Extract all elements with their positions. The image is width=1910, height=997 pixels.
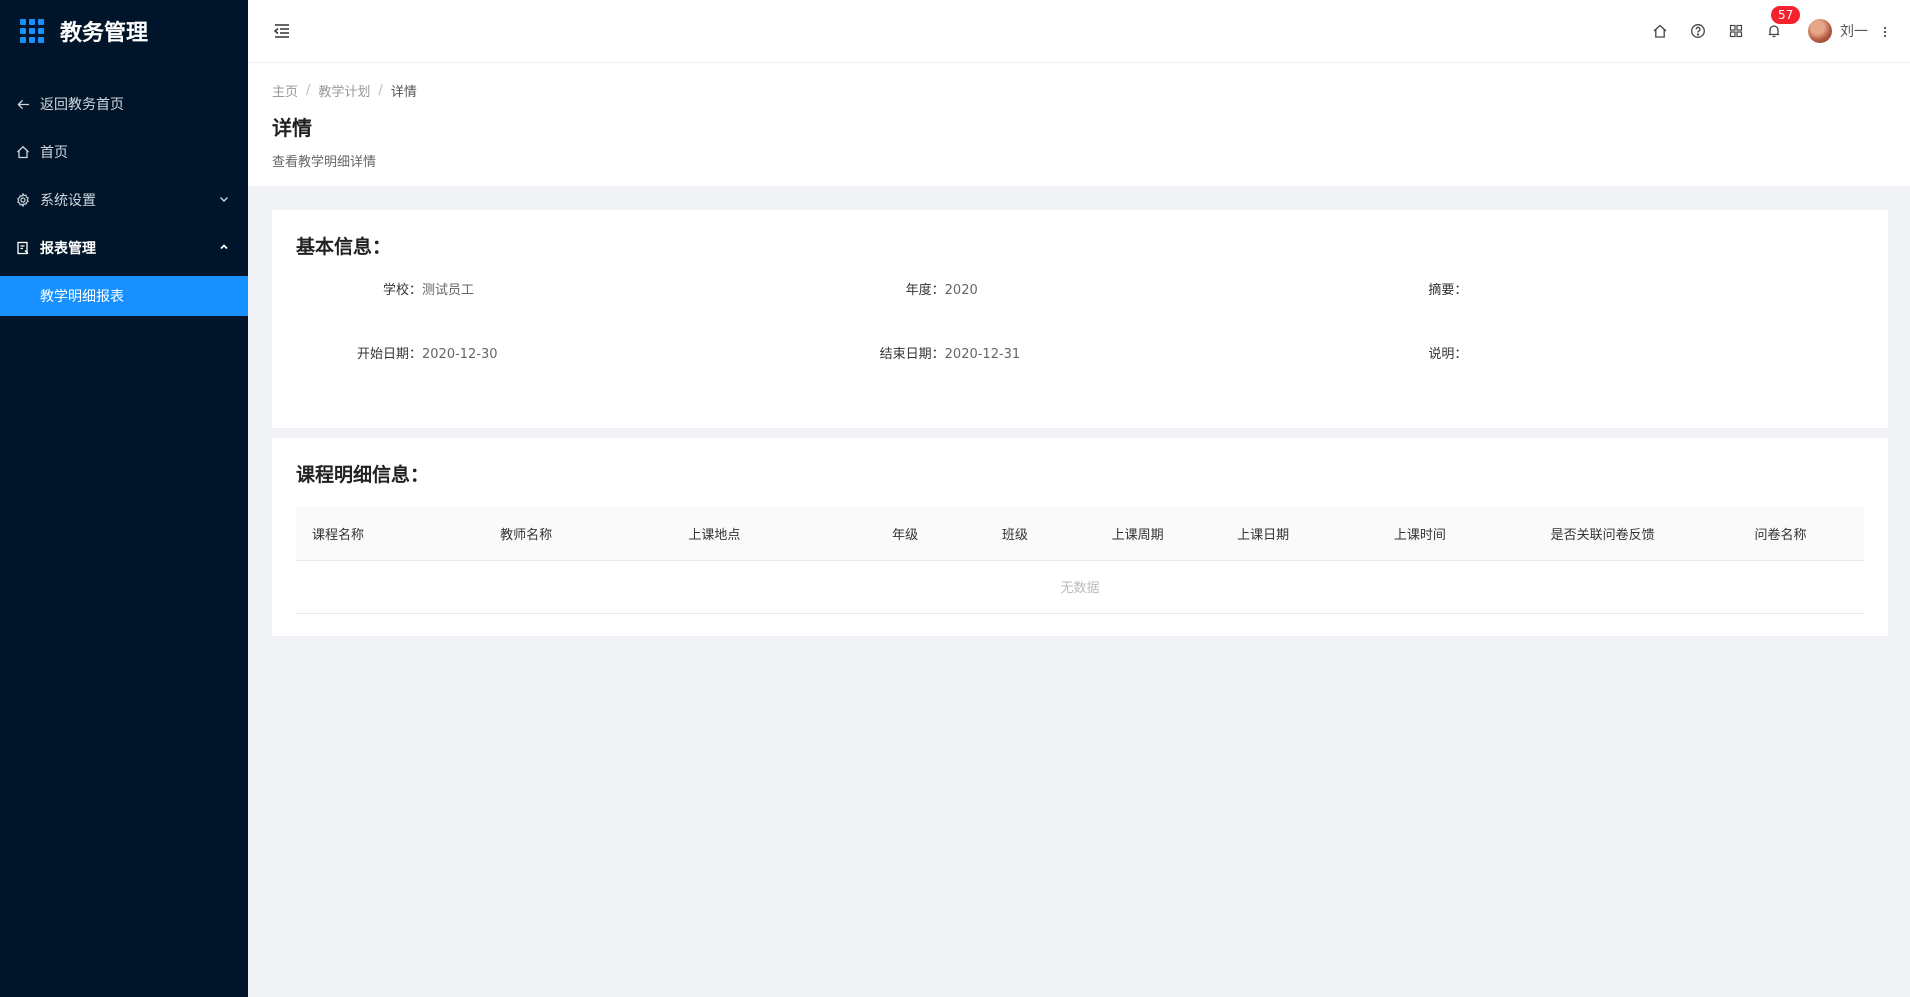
sidebar-subitem-teaching-detail-report[interactable]: 教学明细报表: [0, 276, 248, 316]
info-label: 说明：: [1428, 347, 1468, 362]
column-header[interactable]: 班级: [985, 507, 1096, 561]
user-name: 刘一: [1840, 24, 1868, 40]
info-remarks: 说明：: [1341, 341, 1864, 368]
breadcrumb-teaching-plan[interactable]: 教学计划: [318, 81, 370, 100]
breadcrumb: 主页 / 教学计划 / 详情: [272, 81, 1886, 100]
apps-grid-icon: [20, 19, 44, 43]
app-root: 教务管理 返回教务首页 首页 系统设置 报表管理 教学明细报表 57 刘一 主页…: [0, 0, 1910, 997]
info-end-date: 结束日期： 2020-12-31: [819, 341, 1342, 368]
column-header[interactable]: 上课日期: [1221, 507, 1378, 561]
page-header: 主页 / 教学计划 / 详情 详情 查看教学明细详情: [248, 63, 1910, 186]
table-header-row: 课程名称 教师名称 上课地点 年级 班级 上课周期 上课日期 上课时间 是否关联…: [296, 507, 1864, 561]
gear-icon: [16, 193, 30, 207]
column-header[interactable]: 年级: [876, 507, 986, 561]
sidebar-item-label: 返回教务首页: [40, 97, 124, 113]
info-start-date: 开始日期： 2020-12-30: [296, 341, 819, 368]
info-summary: 摘要：: [1341, 277, 1864, 304]
basic-info-title: 基本信息：: [296, 236, 392, 258]
column-header[interactable]: 是否关联问卷反馈: [1534, 507, 1739, 561]
info-label: 开始日期：: [356, 347, 422, 362]
info-value: 2020-12-30: [422, 347, 498, 362]
sidebar-item-back-home[interactable]: 返回教务首页: [0, 80, 248, 128]
course-info-title: 课程明细信息：: [296, 464, 430, 486]
column-header[interactable]: 上课周期: [1095, 507, 1222, 561]
sidebar-subitem-label: 教学明细报表: [40, 289, 124, 305]
sidebar-item-label: 报表管理: [40, 241, 96, 257]
breadcrumb-separator: /: [306, 83, 311, 98]
page-title: 详情: [272, 116, 312, 140]
sidebar-item-home[interactable]: 首页: [0, 128, 248, 176]
breadcrumb-home[interactable]: 主页: [272, 81, 298, 100]
breadcrumb-separator: /: [378, 83, 383, 98]
notification-badge: 57: [1771, 6, 1801, 24]
sidebar-item-system-settings[interactable]: 系统设置: [0, 176, 248, 224]
info-label: 结束日期：: [879, 347, 945, 362]
chevron-up-icon: [218, 241, 230, 253]
sidebar-menu: 返回教务首页 首页 系统设置 报表管理 教学明细报表: [0, 80, 248, 316]
column-header[interactable]: 上课地点: [672, 507, 877, 561]
column-header[interactable]: 课程名称: [296, 507, 485, 561]
info-label: 学校：: [382, 283, 422, 298]
apps-icon[interactable]: [1728, 23, 1744, 39]
user-menu[interactable]: 刘一: [1808, 19, 1868, 43]
course-info-card: 课程明细信息： 课程名称 教师名称 上课地点 年级 班级 上课周期 上课日期 上…: [272, 438, 1888, 636]
header-actions: 57 刘一: [1630, 6, 1888, 43]
info-school: 学校： 测试员工: [296, 277, 819, 304]
info-value: 2020: [944, 283, 978, 298]
column-header[interactable]: 上课时间: [1377, 507, 1535, 561]
sidebar-item-report-management[interactable]: 报表管理: [0, 224, 248, 272]
bell-icon[interactable]: 57: [1766, 6, 1801, 39]
logo: 教务管理: [0, 0, 248, 62]
column-header[interactable]: 教师名称: [484, 507, 673, 561]
column-header[interactable]: 问卷名称: [1738, 507, 1864, 561]
content-area: 基本信息： 学校： 测试员工 年度： 2020 摘要： 开始日期： 2020-1…: [248, 186, 1910, 646]
home-icon: [16, 145, 30, 159]
basic-info-card: 基本信息： 学校： 测试员工 年度： 2020 摘要： 开始日期： 2020-1…: [272, 210, 1888, 428]
course-table: 课程名称 教师名称 上课地点 年级 班级 上课周期 上课日期 上课时间 是否关联…: [296, 507, 1864, 614]
report-icon: [16, 241, 30, 255]
table-empty-row: 无数据: [296, 560, 1864, 614]
help-icon[interactable]: [1690, 23, 1706, 39]
menu-fold-icon[interactable]: [272, 21, 292, 41]
arrow-left-icon: [16, 97, 30, 111]
home-icon[interactable]: [1652, 23, 1668, 39]
basic-info-grid: 学校： 测试员工 年度： 2020 摘要： 开始日期： 2020-12-30 结…: [296, 277, 1864, 406]
chevron-down-icon: [218, 193, 230, 205]
sidebar-item-label: 系统设置: [40, 193, 96, 209]
app-title: 教务管理: [60, 21, 149, 46]
info-value: 2020-12-31: [944, 347, 1021, 362]
top-header: 57 刘一: [248, 0, 1910, 63]
breadcrumb-current: 详情: [390, 85, 417, 100]
info-year: 年度： 2020: [819, 277, 1342, 304]
info-label: 摘要：: [1428, 283, 1468, 298]
sidebar: 教务管理 返回教务首页 首页 系统设置 报表管理 教学明细报表: [0, 0, 248, 997]
page-description: 查看教学明细详情: [272, 155, 377, 170]
avatar: [1808, 19, 1832, 43]
sidebar-item-label: 首页: [40, 145, 68, 161]
info-value: 测试员工: [422, 283, 475, 298]
main-area: 57 刘一 主页 / 教学计划 / 详情 详情 查看教学明细详情 基本信息： 学…: [248, 0, 1910, 997]
empty-text: 无数据: [296, 560, 1864, 614]
info-label: 年度：: [905, 283, 945, 298]
more-vertical-icon[interactable]: [1882, 24, 1888, 38]
